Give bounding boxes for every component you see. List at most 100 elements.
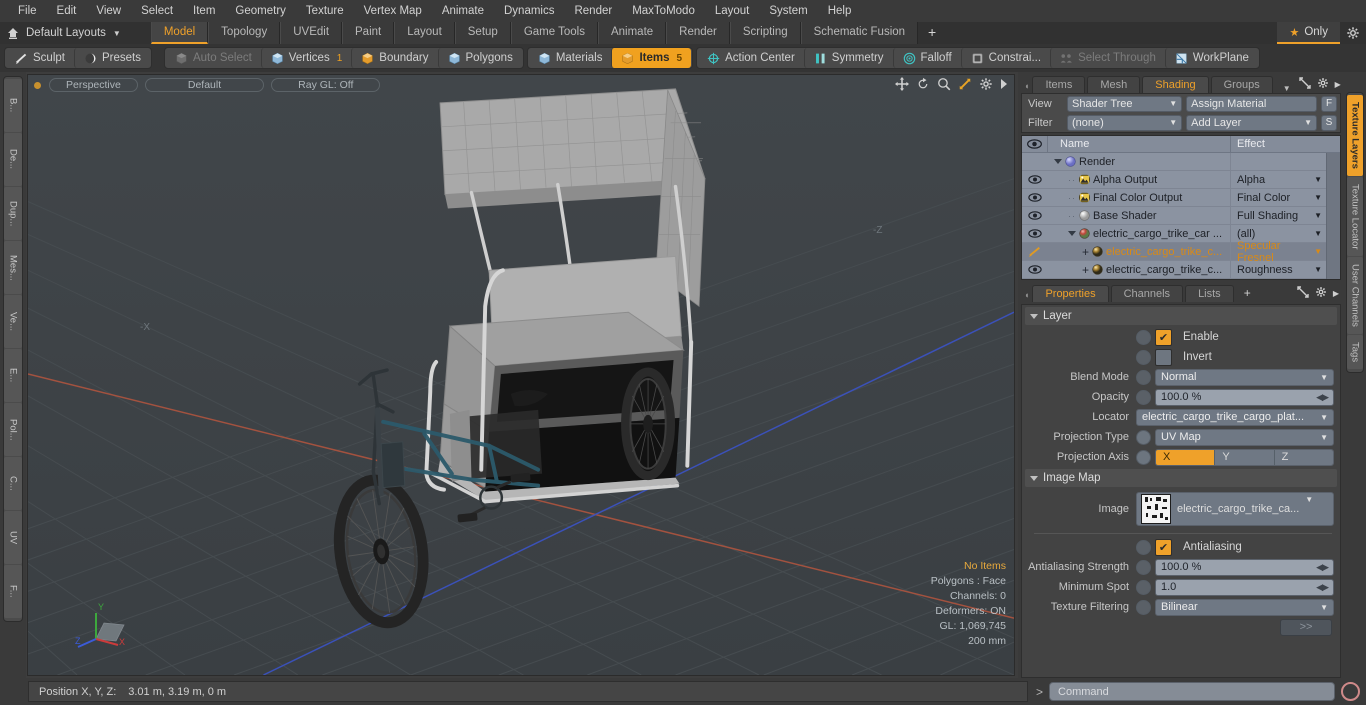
record-icon[interactable] [1341,682,1360,701]
toolbox-tab-5[interactable]: E... [4,349,22,402]
layout-tab-setup[interactable]: Setup [454,22,511,44]
chevron-right-icon[interactable] [1000,78,1008,92]
chevron-down-icon[interactable]: ▼ [113,29,121,38]
viewport-projection-button[interactable]: Perspective [49,78,138,92]
add-properties-tab-button[interactable]: + [1236,285,1259,302]
menu-item-texture[interactable]: Texture [296,0,354,22]
spinner-icon[interactable]: ◀▶ [1316,392,1329,403]
projection-axis-knob[interactable] [1136,449,1151,465]
toolbox-tab-9[interactable]: F... [4,565,22,618]
layout-tab-schematic-fusion[interactable]: Schematic Fusion [800,22,919,44]
menu-item-item[interactable]: Item [183,0,225,22]
tree-row-effect-cell[interactable] [1230,152,1326,171]
zoom-icon[interactable] [937,77,951,94]
vtab-texture-locator[interactable]: Texture Locator [1347,176,1363,257]
filter-f-button[interactable]: F [1321,95,1337,112]
properties-tab-properties[interactable]: Properties [1032,285,1109,302]
tree-row-effect-cell[interactable]: Final Color ▼ [1230,188,1326,207]
layout-tab-game-tools[interactable]: Game Tools [510,22,598,44]
table-row[interactable]: ·· Alpha Output Alpha ▼ [1022,170,1340,189]
panel-tab-items[interactable]: Items [1032,76,1086,93]
projection-axis-y[interactable]: Y [1215,449,1275,465]
layout-tab-model[interactable]: Model [150,22,209,44]
chevron-right-icon[interactable]: ▶ [1333,289,1339,298]
toolbox-tab-8[interactable]: UV [4,511,22,564]
layout-tab-topology[interactable]: Topology [208,22,281,44]
viewport-axis-gizmo[interactable]: Y X Z [74,597,134,653]
projection-axis-x[interactable]: X [1156,449,1216,465]
tree-row-effect-cell[interactable]: Roughness ▼ [1230,260,1326,279]
toolbar-button-constrai[interactable]: Constrai... [960,48,1050,68]
toolbar-button-auto-select[interactable]: Auto Select [166,48,261,68]
tree-row-effect-cell[interactable]: Specular Fresnel ▼ [1230,240,1326,264]
move-icon[interactable] [895,76,909,94]
menu-item-render[interactable]: Render [564,0,622,22]
expander-icon[interactable]: + [1082,264,1089,276]
projection-type-knob[interactable] [1136,429,1151,445]
invert-knob[interactable] [1136,349,1151,365]
blend-mode-knob[interactable] [1136,369,1151,385]
aa-strength-field[interactable]: 100.0 % ◀▶ [1155,558,1334,576]
properties-tab-channels[interactable]: Channels [1110,285,1184,302]
toolbox-tab-2[interactable]: Dup... [4,187,22,240]
chevron-down-icon[interactable]: ▼ [1314,193,1322,202]
filter-dropdown[interactable]: (none) ▼ [1067,114,1183,131]
menu-item-vertex-map[interactable]: Vertex Map [354,0,432,22]
expander-icon[interactable] [1054,159,1062,164]
layout-tab-render[interactable]: Render [666,22,730,44]
antialiasing-checkbox[interactable]: ✔ [1155,538,1172,556]
toolbox-tab-6[interactable]: Pol... [4,403,22,456]
menu-item-dynamics[interactable]: Dynamics [494,0,564,22]
3d-viewport[interactable]: Perspective Default Ray GL: Off -X -Z No… [27,74,1015,676]
antialiasing-knob[interactable] [1136,539,1151,555]
gear-icon[interactable] [1317,77,1329,92]
chevron-down-icon[interactable]: ▼ [1275,84,1299,93]
layout-tab-layout[interactable]: Layout [394,22,455,44]
min-spot-knob[interactable] [1136,579,1151,595]
menu-item-system[interactable]: System [759,0,817,22]
enable-knob[interactable] [1136,329,1151,345]
menu-item-animate[interactable]: Animate [432,0,494,22]
chevron-right-icon[interactable]: ▶ [1335,80,1341,89]
expand-icon[interactable] [1298,77,1311,92]
gear-icon[interactable] [1315,286,1327,301]
command-input[interactable]: Command [1049,682,1335,701]
home-icon[interactable] [0,22,26,44]
enable-checkbox[interactable]: ✔ [1155,328,1172,346]
layout-preset-label[interactable]: Default Layouts [26,27,110,39]
more-options-button[interactable]: >> [1280,618,1332,636]
spinner-icon[interactable]: ◀▶ [1316,562,1329,573]
chevron-down-icon[interactable]: ▼ [1314,229,1322,238]
toolbar-button-materials[interactable]: Materials [529,48,612,68]
vtab-user-channels[interactable]: User Channels [1347,257,1363,335]
eye-icon[interactable] [1022,229,1048,238]
chevron-down-icon[interactable]: ▼ [1314,175,1322,184]
assign-material-button[interactable]: Assign Material [1186,95,1317,112]
toolbox-tab-0[interactable]: B... [4,79,22,132]
opacity-knob[interactable] [1136,389,1151,405]
panel-tab-shading[interactable]: Shading [1142,76,1209,93]
texture-filtering-knob[interactable] [1136,599,1151,615]
add-layout-tab-button[interactable]: + [918,22,946,44]
table-row[interactable]: ·· Final Color Output Final Color ▼ [1022,188,1340,207]
filter-s-button[interactable]: S [1321,114,1337,131]
tree-row-effect-cell[interactable]: Alpha ▼ [1230,170,1326,189]
chevron-down-icon[interactable]: ▼ [1314,247,1322,256]
toolbar-button-boundary[interactable]: Boundary [351,48,437,68]
table-row[interactable]: ·· Base Shader Full Shading ▼ [1022,206,1340,225]
toolbar-button-select-through[interactable]: Select Through [1050,48,1165,68]
toolbox-tab-3[interactable]: Mes... [4,241,22,294]
expander-icon[interactable]: + [1082,246,1089,258]
invert-checkbox[interactable] [1155,348,1172,366]
menu-item-geometry[interactable]: Geometry [225,0,296,22]
view-dropdown[interactable]: Shader Tree ▼ [1067,95,1183,112]
vtab-texture-layers[interactable]: Texture Layers [1347,95,1363,176]
tree-row-effect-cell[interactable]: Full Shading ▼ [1230,206,1326,225]
toolbar-button-action-center[interactable]: Action Center [698,48,804,68]
toolbox-tab-4[interactable]: Ve... [4,295,22,348]
toolbar-button-vertices[interactable]: Vertices 1 [260,48,351,68]
section-layer[interactable]: Layer [1025,307,1337,325]
toolbar-button-items[interactable]: Items 5 [611,48,692,68]
table-row[interactable]: + electric_cargo_trike_c... Specular Fre… [1022,240,1340,264]
layout-tab-paint[interactable]: Paint [342,22,395,44]
